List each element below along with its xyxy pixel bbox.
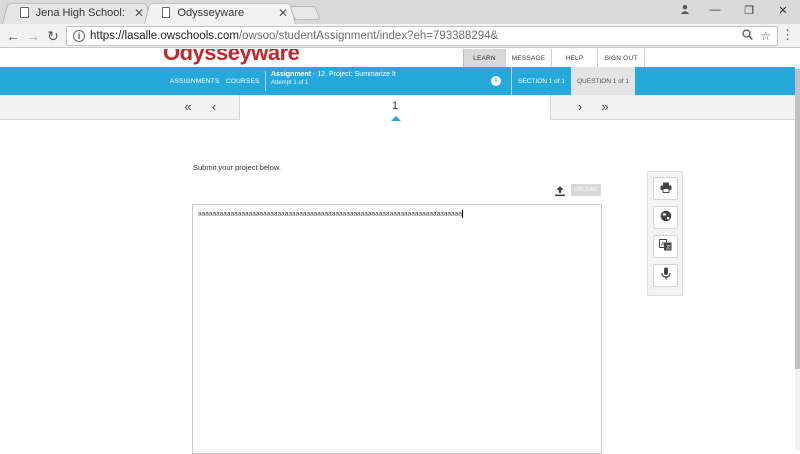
- web-resources-button[interactable]: [653, 206, 678, 229]
- bookmark-star-icon[interactable]: ☆: [760, 29, 771, 43]
- assignment-label: Assignment: [271, 71, 312, 78]
- assignment-info: Assignment - 12. Project: Summarize It A…: [265, 71, 396, 91]
- assignment-name: - 12. Project: Summarize It: [311, 71, 396, 78]
- nav-sign-out[interactable]: SIGN OUT: [597, 49, 645, 67]
- browser-toolbar: ← → ↻ i https://lasalle.owschools.com/ow…: [0, 24, 800, 48]
- print-button[interactable]: [653, 177, 678, 200]
- odysseyware-logo[interactable]: Odysseyware: [163, 49, 300, 66]
- close-tab-icon[interactable]: ✕: [278, 6, 288, 20]
- courses-link[interactable]: COURSES: [226, 67, 260, 95]
- section-indicator[interactable]: SECTION 1 of 1: [511, 67, 571, 95]
- info-icon[interactable]: i: [73, 30, 85, 42]
- nav-learn[interactable]: LEARN: [463, 49, 505, 67]
- profile-icon[interactable]: [672, 4, 698, 17]
- globe-icon: [660, 209, 672, 227]
- address-bar[interactable]: i https://lasalle.owschools.com/owsoo/st…: [66, 26, 778, 46]
- translate-button[interactable]: A文: [653, 235, 678, 258]
- printer-icon: [660, 180, 672, 198]
- page-icon: [162, 7, 171, 18]
- assignments-link[interactable]: ASSIGNMENTS: [170, 67, 220, 95]
- first-question-icon[interactable]: «: [180, 99, 196, 114]
- browser-tab-odysseyware[interactable]: Odysseyware ✕: [144, 1, 296, 25]
- nav-message[interactable]: MESSAGE: [505, 49, 551, 67]
- back-arrow-icon[interactable]: ←: [4, 27, 22, 45]
- translate-icon: A文: [659, 238, 672, 256]
- page-icon: [20, 7, 29, 18]
- current-question-pointer: [391, 116, 401, 121]
- browser-tab-strip: Jena High School: Home ✕ Odysseyware ✕ —…: [0, 0, 800, 25]
- microphone-icon: [660, 267, 671, 285]
- tools-panel: A文: [647, 171, 683, 296]
- search-icon[interactable]: [742, 29, 753, 43]
- url-host: https://lasalle.owschools.com: [90, 30, 239, 42]
- close-window-icon[interactable]: ✕: [766, 4, 800, 17]
- scrollbar-thumb[interactable]: [795, 69, 800, 369]
- browser-tab-jena-high-school[interactable]: Jena High School: Home ✕: [2, 1, 152, 25]
- url-text[interactable]: https://lasalle.owschools.com/owsoo/stud…: [90, 30, 498, 42]
- window-controls: — ❐ ✕: [672, 0, 800, 20]
- info-icon[interactable]: i: [491, 76, 501, 86]
- assignment-bar: ASSIGNMENTS COURSES Assignment - 12. Pro…: [0, 67, 795, 95]
- text-to-speech-button[interactable]: [653, 264, 678, 287]
- page-scrollbar[interactable]: [795, 67, 800, 450]
- upload-button[interactable]: UPLOAD: [571, 184, 601, 196]
- question-indicator[interactable]: QUESTION 1 of 1: [571, 67, 635, 95]
- reload-icon[interactable]: ↻: [44, 27, 62, 45]
- attempt-text: Attempt 1 of 1: [271, 80, 309, 86]
- close-tab-icon[interactable]: ✕: [134, 6, 144, 20]
- browser-tab-title: Jena High School: Home: [35, 6, 126, 19]
- top-nav: LEARN MESSAGE HELP SIGN OUT: [463, 49, 645, 67]
- instructions-text: Submit your project below.: [193, 163, 281, 172]
- new-tab-button[interactable]: [289, 6, 321, 20]
- minimize-icon[interactable]: —: [698, 4, 732, 16]
- browser-menu-icon[interactable]: ⋮: [781, 27, 794, 43]
- browser-tab-title: Odysseyware: [177, 6, 245, 19]
- previous-question-icon[interactable]: ‹: [206, 99, 222, 114]
- forward-arrow-icon[interactable]: →: [24, 27, 42, 45]
- project-text-editor[interactable]: aaaaaaaaaaaaaaaaaaaaaaaaaaaaaaaaaaaaaaaa…: [192, 204, 602, 454]
- text-caret: [461, 210, 463, 218]
- svg-text:A: A: [661, 241, 665, 247]
- question-number[interactable]: 1: [240, 100, 550, 112]
- svg-text:文: 文: [666, 244, 671, 251]
- question-number-area: 1: [239, 95, 551, 121]
- question-nav: « ‹ 1 › »: [0, 95, 795, 121]
- restore-icon[interactable]: ❐: [732, 4, 766, 17]
- last-question-icon[interactable]: »: [597, 99, 613, 114]
- upload-icon[interactable]: [554, 184, 566, 197]
- site-header: Odysseyware LEARN MESSAGE HELP SIGN OUT: [0, 49, 800, 67]
- next-question-icon[interactable]: ›: [572, 99, 588, 114]
- editor-content: aaaaaaaaaaaaaaaaaaaaaaaaaaaaaaaaaaaaaaaa…: [198, 210, 462, 218]
- url-path: /owsoo/studentAssignment/index?eh=793388…: [238, 30, 499, 42]
- nav-help[interactable]: HELP: [551, 49, 597, 67]
